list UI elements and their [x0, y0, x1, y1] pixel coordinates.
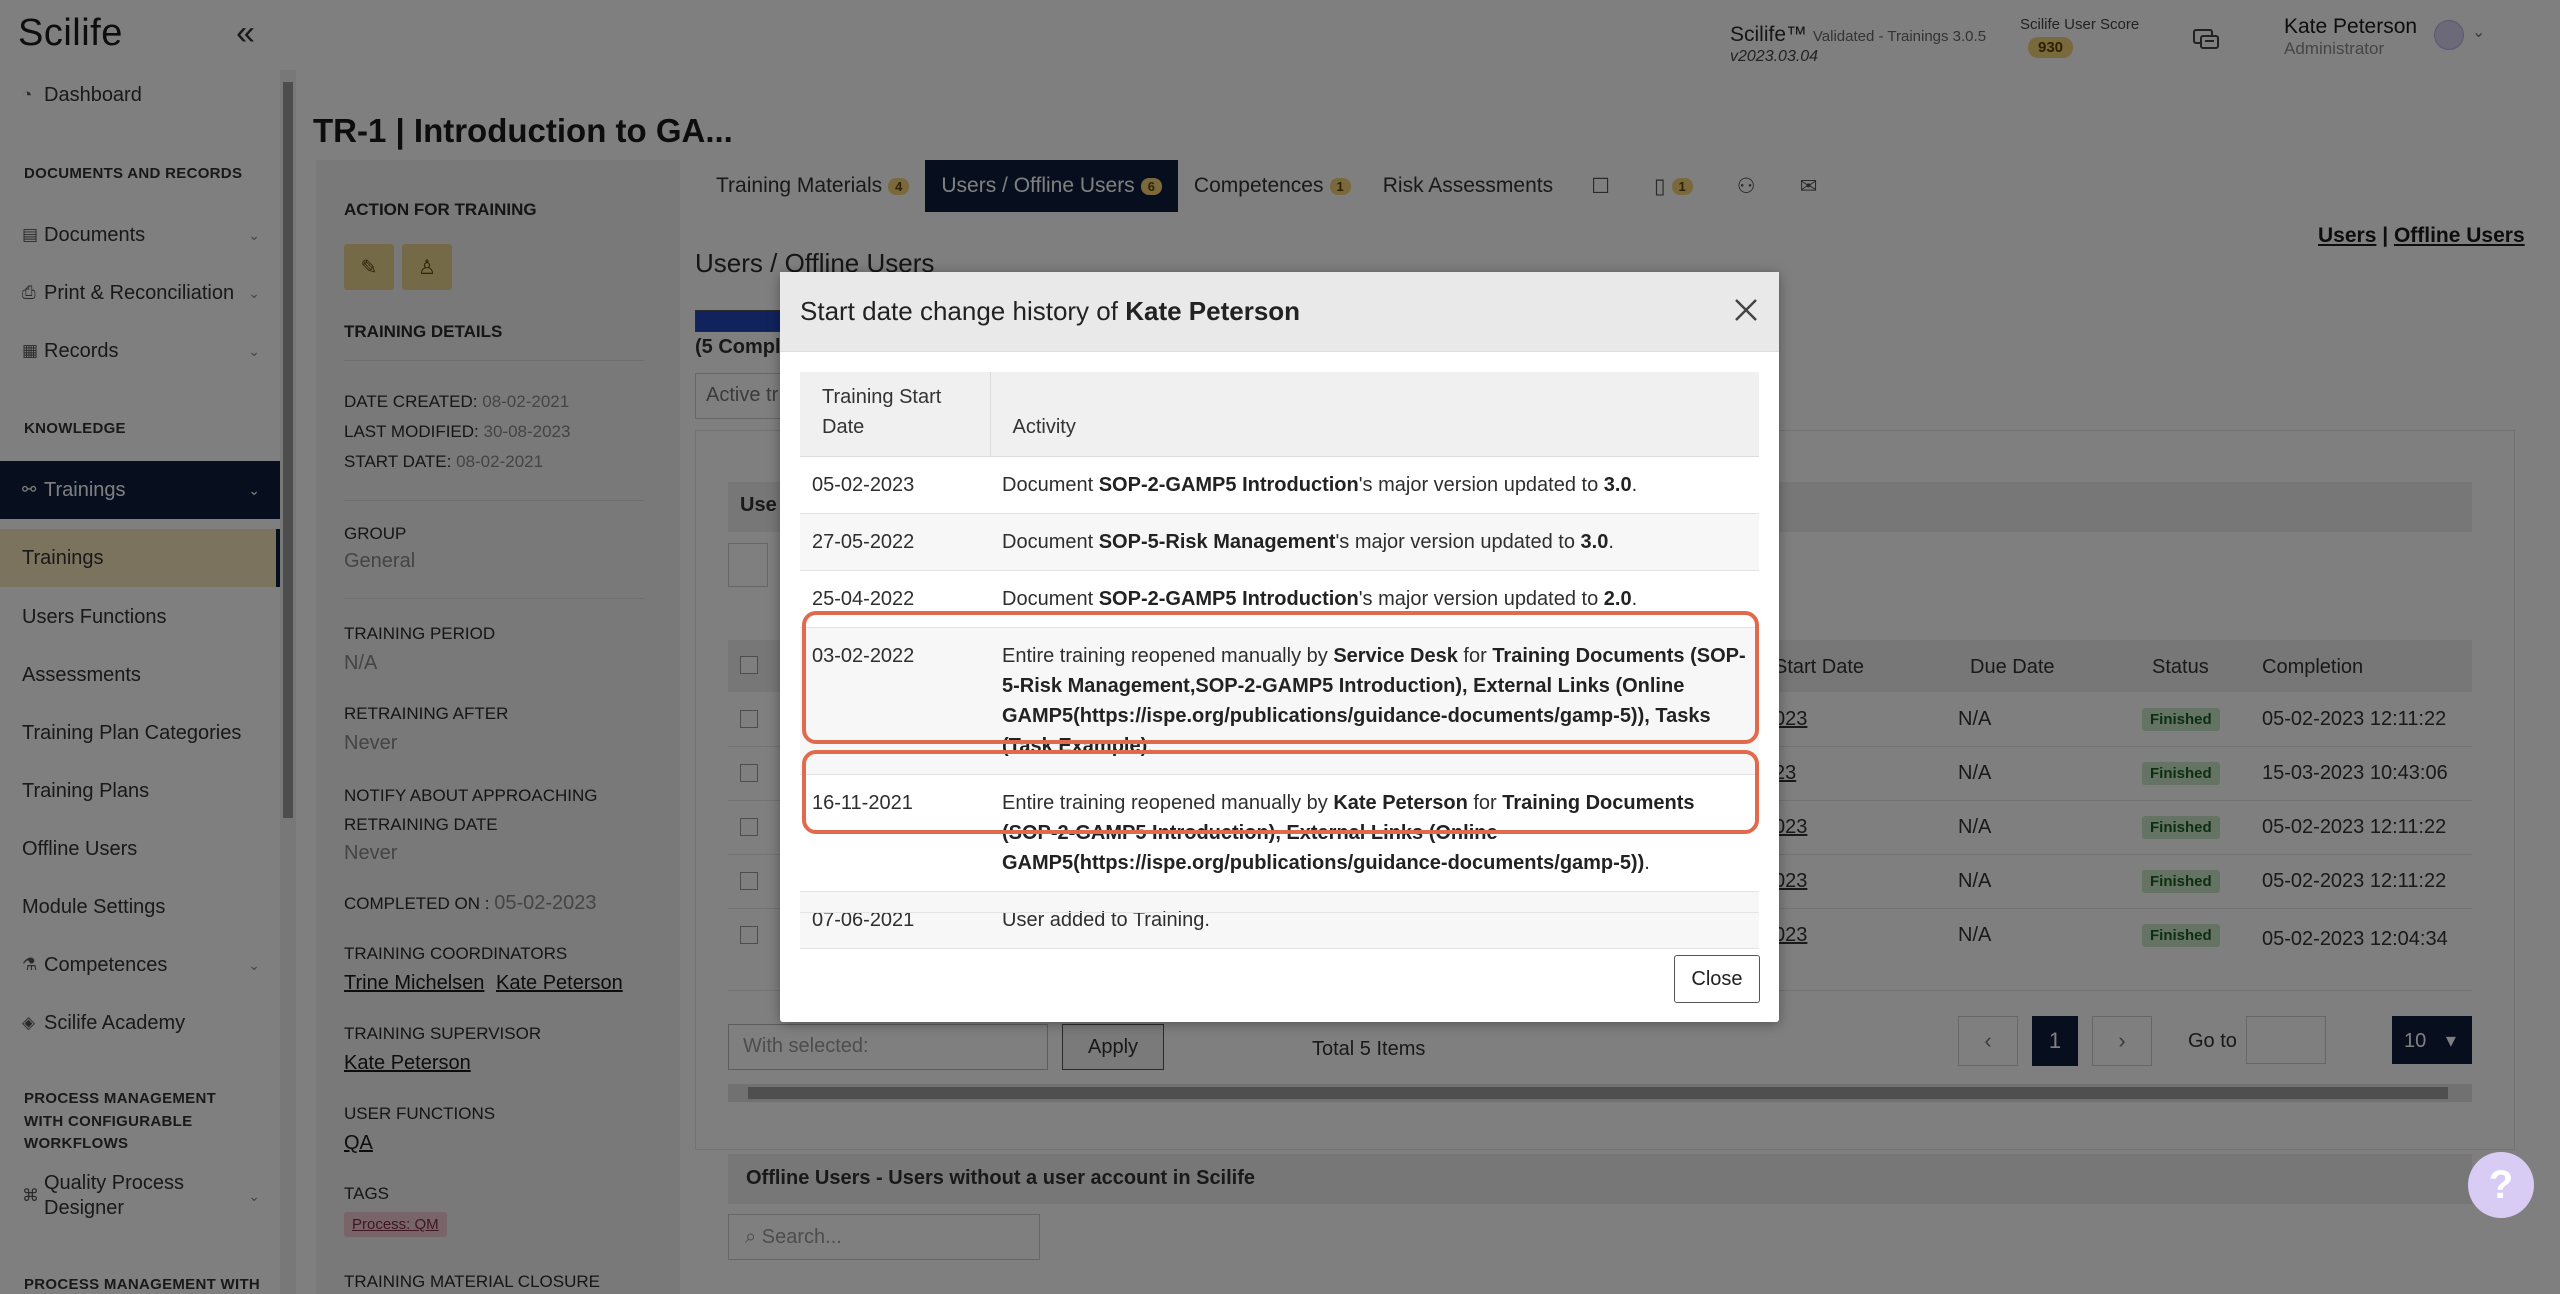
history-activity: Entire training reopened manually by Ser…	[990, 627, 1759, 775]
activity-text: for	[1457, 645, 1493, 667]
history-row: 25-04-2022 Document SOP-2-GAMP5 Introduct…	[800, 570, 1759, 628]
history-row: 03-02-2022 Entire training reopened manua…	[800, 627, 1759, 775]
history-table-header: Training Start Date Activity	[800, 372, 1759, 457]
history-activity: User added to Training.	[990, 891, 1759, 949]
history-date: 25-04-2022	[800, 570, 990, 628]
history-table: Training Start Date Activity 05-02-2023 D…	[800, 372, 1759, 949]
activity-emphasis: Kate Peterson	[1333, 792, 1468, 814]
activity-text: Document	[1002, 588, 1099, 610]
activity-text: Document	[1002, 531, 1099, 553]
modal-header: Start date change history of Kate Peters…	[780, 272, 1779, 352]
activity-emphasis: Service Desk	[1333, 645, 1458, 667]
activity-text: .	[1644, 852, 1650, 874]
history-date: 16-11-2021	[800, 774, 990, 892]
activity-text: 's major version updated to	[1335, 531, 1581, 553]
activity-emphasis: SOP-5-Risk Management	[1098, 531, 1336, 553]
history-activity: Document SOP-5-Risk Management's major v…	[990, 513, 1759, 571]
history-date: 03-02-2022	[800, 627, 990, 775]
start-date-history-modal: Start date change history of Kate Peters…	[780, 272, 1779, 1022]
history-date: 05-02-2023	[800, 456, 990, 514]
history-activity: Entire training reopened manually by Kat…	[990, 774, 1759, 892]
activity-text: .	[1631, 588, 1638, 610]
activity-emphasis: 3.0	[1603, 474, 1632, 496]
modal-footer-divider	[800, 912, 1759, 913]
activity-text: Entire training reopened manually by	[1002, 792, 1334, 814]
history-activity: Document SOP-2-GAMP5 Introduction's majo…	[990, 456, 1759, 514]
activity-emphasis: SOP-2-GAMP5 Introduction	[1098, 588, 1359, 610]
activity-emphasis: SOP-2-GAMP5 Introduction	[1098, 474, 1359, 496]
activity-text: Entire training reopened manually by	[1002, 645, 1334, 667]
modal-title-prefix: Start date change history of	[800, 296, 1118, 326]
history-row: 16-11-2021 Entire training reopened manua…	[800, 774, 1759, 892]
activity-emphasis: 3.0	[1580, 531, 1609, 553]
activity-text: 's major version updated to	[1358, 588, 1604, 610]
help-button[interactable]: ?	[2468, 1152, 2534, 1218]
activity-emphasis: 2.0	[1603, 588, 1632, 610]
history-activity: Document SOP-2-GAMP5 Introduction's majo…	[990, 570, 1759, 628]
activity-text: .	[1608, 531, 1614, 553]
close-icon[interactable]	[1730, 294, 1762, 326]
modal-title-name: Kate Peterson	[1125, 296, 1301, 326]
history-date: 27-05-2022	[800, 513, 990, 571]
modal-title: Start date change history of Kate Peters…	[800, 296, 1300, 327]
activity-text: for	[1467, 792, 1503, 814]
history-row: 07-06-2021 User added to Training.	[800, 891, 1759, 949]
history-date: 07-06-2021	[800, 891, 990, 949]
history-row: 27-05-2022 Document SOP-5-Risk Management…	[800, 513, 1759, 571]
activity-text: .	[1631, 474, 1638, 496]
history-row: 05-02-2023 Document SOP-2-GAMP5 Introduct…	[800, 456, 1759, 514]
close-button[interactable]: Close	[1674, 955, 1760, 1003]
activity-text: Document	[1002, 474, 1099, 496]
column-activity: Activity	[990, 372, 1759, 457]
question-icon: ?	[2488, 1162, 2514, 1207]
column-training-start-date: Training Start Date	[800, 372, 991, 457]
activity-text: 's major version updated to	[1358, 474, 1604, 496]
activity-text: .	[1147, 735, 1153, 757]
